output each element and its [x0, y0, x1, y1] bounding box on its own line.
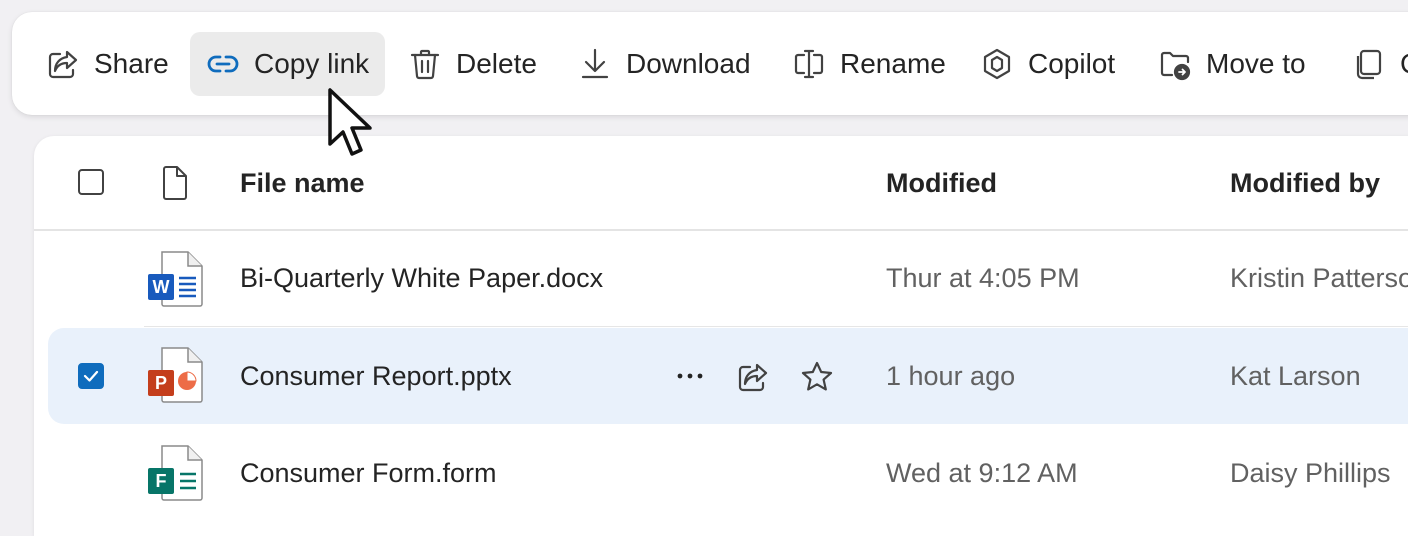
share-icon[interactable]	[736, 360, 770, 394]
delete-button[interactable]: Delete	[408, 32, 537, 96]
share-icon	[48, 50, 78, 79]
file-name[interactable]: Consumer Form.form	[240, 458, 497, 489]
share-label: Share	[94, 48, 169, 79]
modified-date: Wed at 9:12 AM	[886, 458, 1078, 488]
copilot-button[interactable]: Copilot	[980, 32, 1115, 96]
copilot-label: Copilot	[1028, 48, 1116, 79]
download-label: Download	[626, 48, 751, 79]
move-to-folder-icon	[1160, 51, 1191, 81]
file-name[interactable]: Bi-Quarterly White Paper.docx	[240, 263, 603, 294]
download-icon	[581, 48, 609, 79]
copy-to-button[interactable]: C	[1352, 32, 1408, 96]
column-header-file-name[interactable]: File name	[240, 168, 365, 199]
row-checkbox[interactable]	[78, 363, 104, 389]
column-header-modified[interactable]: Modified	[886, 168, 997, 199]
forms-badge-letter: F	[156, 471, 167, 491]
download-button[interactable]: Download	[578, 32, 751, 96]
word-file-icon: W	[148, 251, 203, 307]
file-list: File name Modified Modified by W Bi-Quar…	[34, 136, 1408, 536]
command-toolbar: Share Copy link Delete Download Rename C…	[12, 12, 1408, 115]
header-divider	[34, 229, 1408, 231]
powerpoint-file-icon: P	[148, 347, 203, 403]
file-type-icon[interactable]	[160, 165, 190, 201]
word-badge-letter: W	[153, 277, 170, 297]
rename-icon	[794, 49, 824, 79]
trash-icon	[410, 49, 440, 80]
modified-date: 1 hour ago	[886, 361, 1016, 391]
move-to-label: Move to	[1206, 48, 1306, 79]
delete-label: Delete	[456, 48, 537, 79]
move-to-button[interactable]: Move to	[1158, 32, 1306, 96]
powerpoint-badge-letter: P	[155, 373, 167, 393]
modified-by: Kristin Patterson	[1230, 263, 1408, 293]
copy-to-label: C	[1400, 48, 1408, 80]
copilot-icon	[983, 48, 1011, 80]
modified-by: Daisy Phillips	[1230, 458, 1391, 488]
row-divider	[144, 326, 1408, 327]
share-button[interactable]: Share	[46, 32, 169, 96]
forms-file-icon: F	[148, 445, 203, 501]
copy-icon	[1356, 49, 1382, 80]
favorite-star-icon[interactable]	[800, 360, 834, 394]
more-options-icon[interactable]	[674, 364, 706, 388]
modified-date: Thur at 4:05 PM	[886, 263, 1080, 293]
checkmark-icon	[83, 370, 99, 382]
modified-by: Kat Larson	[1230, 361, 1361, 391]
link-icon	[207, 55, 239, 73]
rename-button[interactable]: Rename	[792, 32, 946, 96]
file-name[interactable]: Consumer Report.pptx	[240, 361, 512, 392]
mouse-cursor-icon	[328, 88, 372, 156]
copy-link-label: Copy link	[254, 48, 370, 79]
rename-label: Rename	[840, 48, 946, 79]
column-header-modified-by[interactable]: Modified by	[1230, 168, 1380, 199]
select-all-checkbox[interactable]	[78, 169, 104, 195]
